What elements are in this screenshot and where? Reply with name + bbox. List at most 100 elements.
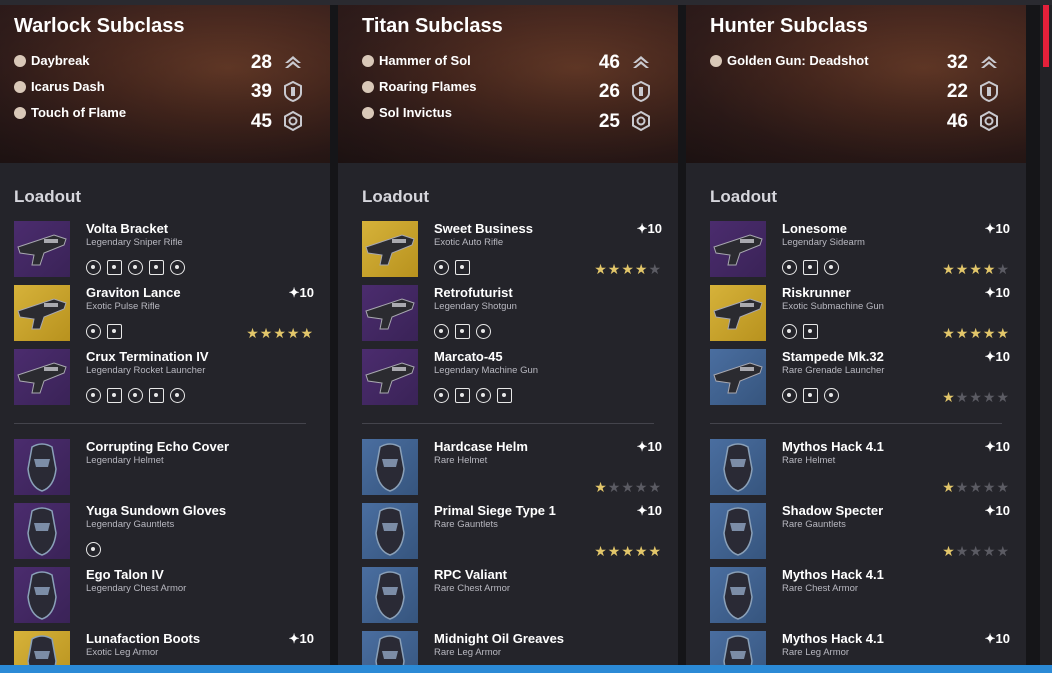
item-type: Rare Helmet xyxy=(782,455,836,466)
ability-item[interactable]: Hammer of Sol xyxy=(362,53,471,68)
armor-item[interactable]: Corrupting Echo Cover Legendary Helmet xyxy=(14,439,314,497)
ability-item[interactable]: Icarus Dash xyxy=(14,79,105,94)
item-name: Mythos Hack 4.1 xyxy=(782,439,884,454)
perk-icon[interactable] xyxy=(803,324,818,339)
ability-item[interactable]: Golden Gun: Deadshot xyxy=(710,53,869,68)
star-icon: ★ xyxy=(594,543,608,559)
ability-label: Hammer of Sol xyxy=(379,53,471,68)
perk-icon[interactable] xyxy=(497,388,512,403)
weapon-item[interactable]: Sweet Business Exotic Auto Rifle ✦10 ★★★★★ xyxy=(362,221,662,279)
perk-icon[interactable] xyxy=(170,388,185,403)
weapon-item[interactable]: Stampede Mk.32 Rare Grenade Launcher ✦10 ★★… xyxy=(710,349,1010,407)
armor-item[interactable]: RPC Valiant Rare Chest Armor xyxy=(362,567,662,625)
weapon-item[interactable]: Retrofuturist Legendary Shotgun xyxy=(362,285,662,343)
weapon-item[interactable]: Marcato-45 Legendary Machine Gun xyxy=(362,349,662,407)
perk-icon[interactable] xyxy=(128,388,143,403)
weapon-item[interactable]: Riskrunner Exotic Submachine Gun ✦10 ★★★★★ xyxy=(710,285,1010,343)
item-type: Rare Leg Armor xyxy=(782,647,850,658)
perk-icon[interactable] xyxy=(803,388,818,403)
power-level: ✦10 xyxy=(288,285,314,300)
armor-item[interactable]: Shadow Specter Rare Gauntlets ✦10 ★★★★★ xyxy=(710,503,1010,561)
perk-icon[interactable] xyxy=(434,324,449,339)
perk-icon[interactable] xyxy=(86,324,101,339)
item-type: Legendary Chest Armor xyxy=(86,583,187,594)
ability-item[interactable]: Roaring Flames xyxy=(362,79,477,94)
item-name: Primal Siege Type 1 xyxy=(434,503,556,518)
item-name: Lonesome xyxy=(782,221,848,236)
ability-item[interactable]: Touch of Flame xyxy=(14,105,126,120)
item-name: Yuga Sundown Gloves xyxy=(86,503,227,518)
armor-item[interactable]: Mythos Hack 4.1 Rare Helmet ✦10 ★★★★★ xyxy=(710,439,1010,497)
perk-icon[interactable] xyxy=(128,260,143,275)
star-icon: ★ xyxy=(942,389,956,405)
armor-item[interactable]: Mythos Hack 4.1 Rare Leg Armor ✦10 xyxy=(710,631,1010,665)
armor-item[interactable]: Mythos Hack 4.1 Rare Chest Armor xyxy=(710,567,1010,625)
power-level: ✦10 xyxy=(636,221,662,236)
mobility-icon xyxy=(978,51,1000,73)
weapon-item[interactable]: Crux Termination IV Legendary Rocket Laun… xyxy=(14,349,314,407)
weapon-item[interactable]: Lonesome Legendary Sidearm ✦10 ★★★★★ xyxy=(710,221,1010,279)
star-icon: ★ xyxy=(634,479,649,495)
perk-icon[interactable] xyxy=(149,260,164,275)
armor-item[interactable]: Primal Siege Type 1 Rare Gauntlets ✦10 ★★★★… xyxy=(362,503,662,561)
perk-icon[interactable] xyxy=(107,260,122,275)
stat-value: 25 xyxy=(598,111,620,132)
perk-icon[interactable] xyxy=(434,260,449,275)
perk-icon[interactable] xyxy=(107,324,122,339)
ability-item[interactable]: Sol Invictus xyxy=(362,105,452,120)
perk-icon[interactable] xyxy=(824,388,839,403)
perk-icon[interactable] xyxy=(782,260,797,275)
armor-item[interactable]: Yuga Sundown Gloves Legendary Gauntlets xyxy=(14,503,314,561)
perk-icon[interactable] xyxy=(149,388,164,403)
perk-icon[interactable] xyxy=(782,324,797,339)
perk-icon[interactable] xyxy=(107,388,122,403)
stat-value: 39 xyxy=(250,81,272,102)
perk-icon[interactable] xyxy=(455,260,470,275)
weapon-thumbnail xyxy=(362,349,418,405)
star-icon: ★ xyxy=(996,261,1010,277)
star-icon: ★ xyxy=(942,325,956,341)
perk-icon[interactable] xyxy=(170,260,185,275)
item-name: Midnight Oil Greaves xyxy=(434,631,565,646)
mobility-icon xyxy=(282,51,304,73)
armor-item[interactable]: Midnight Oil Greaves Rare Leg Armor xyxy=(362,631,662,665)
star-icon: ★ xyxy=(969,325,983,341)
item-type: Rare Chest Armor xyxy=(434,583,511,594)
perk-icon[interactable] xyxy=(434,388,449,403)
perk-icon[interactable] xyxy=(476,388,491,403)
power-level: ✦10 xyxy=(984,503,1010,518)
scrollbar-thumb[interactable] xyxy=(1043,5,1049,67)
armor-item[interactable]: Hardcase Helm Rare Helmet ✦10 ★★★★★ xyxy=(362,439,662,497)
ability-item[interactable]: Daybreak xyxy=(14,53,90,68)
weapon-item[interactable]: Graviton Lance Exotic Pulse Rifle ✦10 ★★★★★ xyxy=(14,285,314,343)
perk-icon[interactable] xyxy=(824,260,839,275)
weapon-item[interactable]: Volta Bracket Legendary Sniper Rifle xyxy=(14,221,314,279)
recovery-icon xyxy=(282,110,304,132)
power-level: ✦10 xyxy=(984,631,1010,646)
item-name: Ego Talon IV xyxy=(86,567,164,582)
item-type: Legendary Sidearm xyxy=(782,237,865,248)
perk-icon[interactable] xyxy=(455,388,470,403)
star-icon: ★ xyxy=(955,543,970,559)
perk-icon[interactable] xyxy=(455,324,470,339)
armor-item[interactable]: Ego Talon IV Legendary Chest Armor xyxy=(14,567,314,625)
scrollbar-track[interactable] xyxy=(1040,5,1052,665)
perk-icon[interactable] xyxy=(782,388,797,403)
weapon-thumbnail xyxy=(14,221,70,277)
armor-thumbnail xyxy=(710,439,766,495)
star-icon: ★ xyxy=(982,389,997,405)
star-icon: ★ xyxy=(969,479,983,495)
perk-icon[interactable] xyxy=(86,542,101,557)
perk-icon[interactable] xyxy=(86,260,101,275)
section-divider xyxy=(710,423,1002,424)
perk-icon[interactable] xyxy=(803,260,818,275)
item-type: Rare Helmet xyxy=(434,455,488,466)
star-icon: ★ xyxy=(969,389,983,405)
star-icon: ★ xyxy=(996,543,1010,559)
weapon-thumbnail xyxy=(14,349,70,405)
perk-icon[interactable] xyxy=(476,324,491,339)
armor-item[interactable]: Lunafaction Boots Exotic Leg Armor ✦10 xyxy=(14,631,314,665)
perk-icon[interactable] xyxy=(86,388,101,403)
item-name: Riskrunner xyxy=(782,285,851,300)
weapon-thumbnail xyxy=(710,349,766,405)
